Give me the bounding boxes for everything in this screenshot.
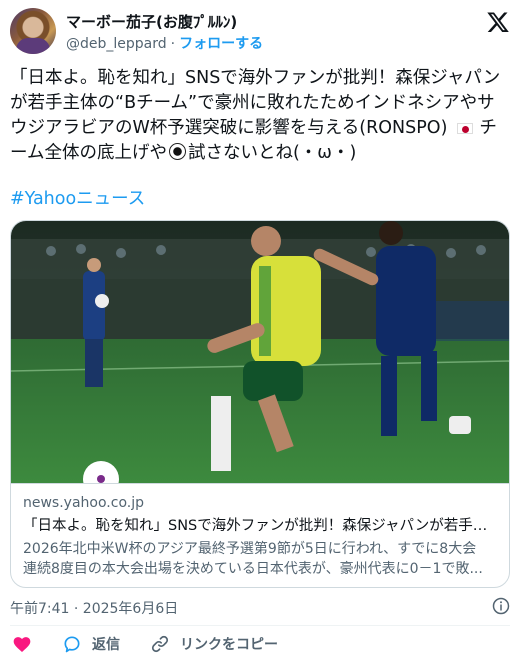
info-icon[interactable]	[492, 597, 510, 615]
author-handle[interactable]: @deb_leppard	[66, 36, 167, 52]
card-domain: news.yahoo.co.jp	[23, 495, 144, 511]
japan-flag-icon	[457, 123, 474, 134]
soccer-ball-icon	[168, 143, 186, 160]
card-image[interactable]	[11, 221, 510, 483]
reply-icon	[64, 636, 80, 653]
heart-icon	[13, 637, 31, 652]
card-description-line-1: 2026年北中米W杯のアジア最終予選第9節が5日に行われ、すでに8大会	[23, 541, 477, 557]
tweet-text: 「日本よ。恥を知れ」SNSで海外ファンが批判！森保ジャパンが若手主体の“Bチーム…	[10, 66, 510, 166]
reply-button[interactable]: 返信	[62, 630, 120, 658]
tweet-timestamp[interactable]: 午前7:41 · 2025年6月6日	[10, 598, 178, 618]
separator-dot: ·	[170, 36, 176, 52]
card-meta[interactable]: news.yahoo.co.jp 「日本よ。恥を知れ」SNSで海外ファンが批判！…	[11, 483, 509, 587]
card-title: 「日本よ。恥を知れ」SNSで海外ファンが批判！森保ジャパンが若手主...	[23, 518, 499, 534]
tweet-text-end: 試さないとね(・ω・)	[187, 143, 357, 163]
follow-button[interactable]: フォローする	[179, 36, 263, 52]
hashtag-link[interactable]: #Yahooニュース	[10, 185, 145, 210]
card-description-line-2: 連続8度目の本大会出場を決めている日本代表が、豪州代表に0－1で敗...	[23, 561, 483, 577]
action-bar: 返信 リンクをコピー	[10, 630, 510, 658]
copy-link-label: リンクをコピー	[180, 637, 278, 653]
tweet-header: マーボー茄子(お腹ﾌﾟﾙﾙﾝ) @deb_leppard · フォローする	[10, 8, 510, 54]
link-icon	[151, 635, 169, 653]
x-logo-icon[interactable]	[486, 10, 510, 34]
author-display-name[interactable]: マーボー茄子(お腹ﾌﾟﾙﾙﾝ)	[66, 11, 237, 32]
avatar[interactable]	[10, 8, 56, 54]
copy-link-button[interactable]: リンクをコピー	[150, 630, 278, 658]
divider	[10, 625, 510, 626]
reply-label: 返信	[92, 637, 120, 653]
tweet-text-main: 「日本よ。恥を知れ」SNSで海外ファンが批判！森保ジャパンが若手主体の“Bチーム…	[10, 68, 501, 138]
author-sub-line: @deb_leppard · フォローする	[66, 33, 263, 53]
like-button[interactable]	[12, 630, 32, 658]
link-card[interactable]: news.yahoo.co.jp 「日本よ。恥を知れ」SNSで海外ファンが批判！…	[10, 220, 510, 588]
card-description: 2026年北中米W杯のアジア最終予選第9節が5日に行われ、すでに8大会 連続8度…	[23, 539, 499, 579]
